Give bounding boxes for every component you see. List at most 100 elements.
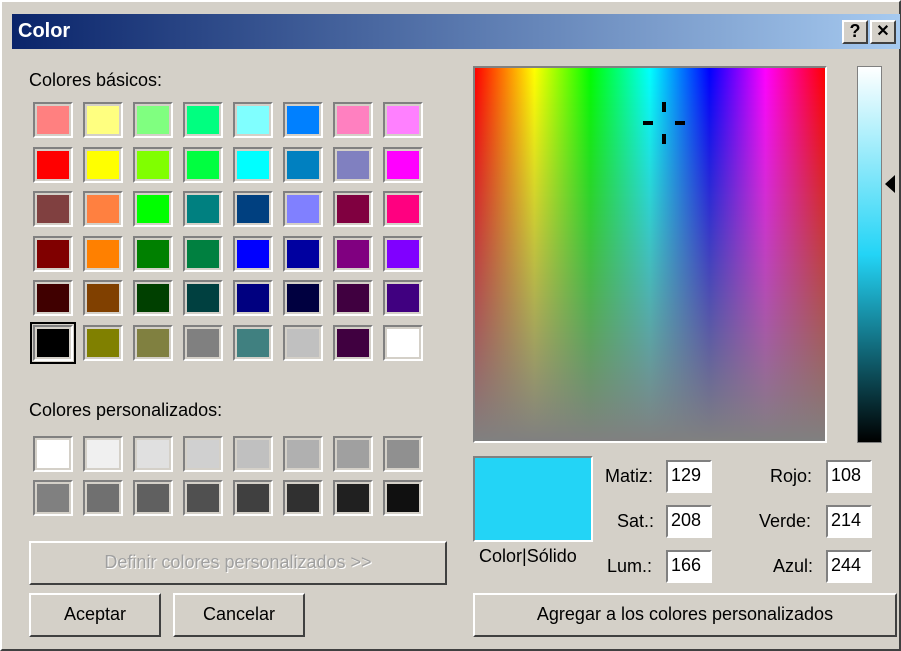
- basic-color-swatch[interactable]: [333, 191, 373, 228]
- basic-color-swatch-color: [37, 195, 69, 224]
- custom-color-swatch-color: [237, 484, 269, 512]
- basic-color-swatch[interactable]: [333, 325, 373, 361]
- custom-color-swatch[interactable]: [133, 480, 173, 516]
- basic-color-swatch[interactable]: [183, 146, 223, 183]
- basic-color-swatch[interactable]: [283, 191, 323, 228]
- basic-color-swatch[interactable]: [283, 235, 323, 272]
- basic-color-swatch[interactable]: [133, 325, 173, 361]
- basic-color-swatch[interactable]: [183, 102, 223, 138]
- hue-field[interactable]: 129: [666, 460, 712, 493]
- basic-color-swatch[interactable]: [30, 322, 76, 364]
- basic-color-swatch[interactable]: [83, 102, 123, 138]
- custom-color-swatch-color: [187, 440, 219, 468]
- basic-color-swatch[interactable]: [333, 235, 373, 272]
- basic-color-swatch[interactable]: [83, 235, 123, 272]
- title-bar: Color ? ✕: [12, 14, 900, 49]
- basic-color-swatch-color: [87, 284, 119, 313]
- custom-color-swatch-color: [237, 440, 269, 468]
- custom-color-swatch[interactable]: [133, 436, 173, 472]
- help-button[interactable]: ?: [842, 20, 868, 44]
- basic-color-swatch[interactable]: [183, 235, 223, 272]
- basic-color-swatch[interactable]: [333, 102, 373, 138]
- lum-label: Lum.:: [607, 556, 653, 576]
- luminosity-bar[interactable]: [857, 66, 882, 443]
- custom-color-swatch[interactable]: [83, 436, 123, 472]
- custom-color-swatch[interactable]: [83, 480, 123, 516]
- red-field[interactable]: 108: [826, 460, 872, 493]
- basic-color-swatch[interactable]: [233, 191, 273, 228]
- define-custom-colors-button[interactable]: Definir colores personalizados >>: [29, 541, 447, 585]
- basic-color-swatch[interactable]: [133, 280, 173, 317]
- custom-color-swatch[interactable]: [183, 480, 223, 516]
- basic-color-swatch[interactable]: [183, 325, 223, 361]
- basic-color-swatch-color: [87, 239, 119, 268]
- ok-button[interactable]: Aceptar: [29, 593, 161, 637]
- luminosity-arrow-icon[interactable]: [884, 175, 896, 193]
- basic-color-swatch[interactable]: [133, 146, 173, 183]
- basic-color-swatch[interactable]: [33, 235, 73, 272]
- basic-color-swatch-color: [37, 284, 69, 313]
- color-solid-label: Color|Sólido: [479, 546, 577, 566]
- basic-color-swatch[interactable]: [233, 235, 273, 272]
- lum-field[interactable]: 166: [666, 550, 712, 583]
- basic-color-swatch[interactable]: [33, 191, 73, 228]
- basic-color-swatch[interactable]: [33, 280, 73, 317]
- basic-color-swatch[interactable]: [233, 102, 273, 138]
- basic-color-swatch[interactable]: [233, 146, 273, 183]
- blue-field[interactable]: 244: [826, 550, 872, 583]
- custom-color-swatch[interactable]: [283, 436, 323, 472]
- basic-color-swatch[interactable]: [33, 146, 73, 183]
- custom-color-swatch[interactable]: [183, 436, 223, 472]
- basic-color-swatch[interactable]: [133, 235, 173, 272]
- basic-color-swatch[interactable]: [283, 280, 323, 317]
- basic-color-swatch[interactable]: [83, 280, 123, 317]
- basic-color-swatch[interactable]: [383, 235, 423, 272]
- green-label: Verde:: [759, 511, 812, 531]
- custom-color-swatch[interactable]: [33, 436, 73, 472]
- custom-color-swatch-color: [287, 484, 319, 512]
- custom-color-swatch[interactable]: [333, 480, 373, 516]
- custom-color-swatch[interactable]: [383, 480, 423, 516]
- custom-color-swatch[interactable]: [333, 436, 373, 472]
- custom-color-swatch[interactable]: [233, 480, 273, 516]
- basic-color-swatch[interactable]: [283, 146, 323, 183]
- basic-color-swatch-color: [87, 150, 119, 179]
- color-solid-preview: [473, 456, 593, 542]
- basic-color-swatch[interactable]: [183, 280, 223, 317]
- basic-color-swatch-color: [387, 150, 419, 179]
- custom-color-swatch[interactable]: [33, 480, 73, 516]
- basic-color-swatch[interactable]: [383, 146, 423, 183]
- custom-color-swatch[interactable]: [233, 436, 273, 472]
- basic-color-swatch[interactable]: [383, 325, 423, 361]
- basic-color-swatch[interactable]: [283, 325, 323, 361]
- close-button[interactable]: ✕: [870, 20, 896, 44]
- basic-color-swatch[interactable]: [83, 325, 123, 361]
- custom-color-swatch[interactable]: [283, 480, 323, 516]
- basic-color-swatch[interactable]: [383, 102, 423, 138]
- cancel-button[interactable]: Cancelar: [173, 593, 305, 637]
- basic-color-swatch[interactable]: [183, 191, 223, 228]
- red-label: Rojo:: [770, 466, 813, 486]
- green-field[interactable]: 214: [826, 505, 872, 538]
- basic-color-swatch[interactable]: [133, 191, 173, 228]
- basic-color-swatch-color: [337, 329, 369, 357]
- basic-color-swatch[interactable]: [233, 325, 273, 361]
- basic-color-swatch[interactable]: [133, 102, 173, 138]
- basic-color-swatch[interactable]: [83, 191, 123, 228]
- basic-color-swatch-color: [237, 284, 269, 313]
- basic-color-swatch[interactable]: [383, 191, 423, 228]
- custom-color-swatch[interactable]: [383, 436, 423, 472]
- basic-color-swatch[interactable]: [233, 280, 273, 317]
- basic-color-swatch-color: [37, 239, 69, 268]
- basic-color-swatch[interactable]: [383, 280, 423, 317]
- basic-color-swatch-color: [287, 150, 319, 179]
- basic-color-swatch[interactable]: [283, 102, 323, 138]
- basic-color-swatch[interactable]: [83, 146, 123, 183]
- basic-color-swatch[interactable]: [33, 102, 73, 138]
- add-to-custom-colors-button[interactable]: Agregar a los colores personalizados: [473, 593, 897, 637]
- color-spectrum[interactable]: [473, 66, 827, 443]
- sat-field[interactable]: 208: [666, 505, 712, 538]
- basic-color-swatch-color: [187, 195, 219, 224]
- basic-color-swatch[interactable]: [333, 146, 373, 183]
- basic-color-swatch[interactable]: [333, 280, 373, 317]
